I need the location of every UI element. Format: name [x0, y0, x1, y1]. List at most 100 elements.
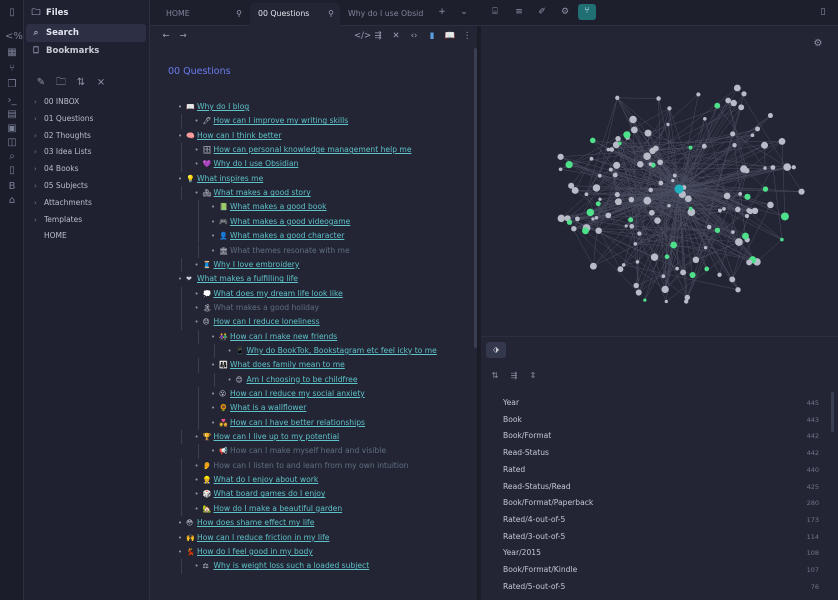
graph-note-node[interactable]	[598, 197, 602, 201]
graph-note-node[interactable]	[783, 163, 792, 171]
graph-note-node[interactable]	[594, 215, 599, 220]
search-icon[interactable]: ⌕	[5, 150, 19, 164]
graph-note-node[interactable]	[703, 246, 708, 250]
graph-note-node[interactable]	[656, 96, 661, 101]
tag-row[interactable]: Read-Status 442	[503, 445, 819, 462]
graph-note-node[interactable]	[557, 153, 564, 160]
internal-link[interactable]: How does shame effect my life	[197, 518, 314, 527]
tag-row[interactable]: Book 443	[503, 412, 819, 429]
graph-note-node[interactable]	[609, 147, 615, 152]
graph-note-node[interactable]	[735, 238, 743, 246]
graph-note-node[interactable]	[725, 97, 732, 104]
new-tab-icon[interactable]: +	[435, 5, 449, 19]
graph-tag-node[interactable]	[582, 227, 589, 235]
tag-pane-tab[interactable]: ⬗	[486, 342, 506, 358]
graph-note-node[interactable]	[671, 178, 675, 183]
graph-note-node[interactable]	[684, 299, 689, 304]
graph-note-node[interactable]	[692, 256, 700, 264]
graph-note-node[interactable]	[701, 143, 707, 149]
graph-note-node[interactable]	[767, 201, 774, 209]
graph-note-node[interactable]	[648, 162, 653, 166]
graph-note-node[interactable]	[798, 188, 805, 195]
internal-link[interactable]: Why do I blog	[197, 102, 249, 111]
internal-link[interactable]: What is a wallflower	[230, 403, 306, 412]
folder-item[interactable]: › 04 Books	[34, 161, 146, 178]
graph-note-node[interactable]	[738, 104, 745, 111]
close-icon[interactable]: ✕	[390, 30, 402, 42]
graph-tag-node[interactable]	[689, 271, 696, 279]
graph-tag-node[interactable]	[688, 206, 693, 211]
graph-active-node[interactable]	[674, 184, 684, 194]
graph-note-node[interactable]	[617, 266, 624, 273]
sort-icon[interactable]: ⇅	[74, 77, 88, 88]
graph-note-node[interactable]	[730, 99, 737, 107]
internal-link[interactable]: How do I feel good in my body	[197, 547, 313, 556]
graph-note-node[interactable]	[592, 184, 601, 192]
folder-item[interactable]: › 05 Subjects	[34, 178, 146, 195]
graph-tag-node[interactable]	[688, 145, 693, 150]
graph-note-node[interactable]	[746, 259, 753, 266]
graph-note-node[interactable]	[557, 214, 566, 223]
files-tab[interactable]: 🗀 Files	[30, 4, 68, 22]
graph-note-node[interactable]	[722, 207, 726, 211]
internal-link[interactable]: How do I make a beautiful garden	[214, 504, 343, 513]
calendar-icon[interactable]: ▣	[5, 122, 19, 136]
tag-row[interactable]: Year/2015 108	[503, 545, 819, 562]
internal-link[interactable]: How can I make new friends	[230, 332, 337, 341]
graph-note-node[interactable]	[606, 147, 611, 152]
folder-item[interactable]: › 03 Idea Lists	[34, 144, 146, 161]
graph-note-node[interactable]	[680, 269, 687, 276]
graph-note-node[interactable]	[635, 289, 642, 296]
internal-link[interactable]: What themes resonate with me	[230, 246, 350, 255]
graph-note-node[interactable]	[615, 95, 620, 100]
tag-row[interactable]: Rated/5-out-of-5 76	[503, 579, 819, 596]
internal-link[interactable]: How can I reduce loneliness	[214, 317, 320, 326]
graph-note-node[interactable]	[770, 165, 776, 170]
tag-row[interactable]: Read-Status/Read 425	[503, 479, 819, 496]
graph-note-node[interactable]	[614, 198, 622, 206]
graph-note-node[interactable]	[672, 173, 677, 178]
slides-icon[interactable]: ◫	[5, 136, 19, 150]
code-icon[interactable]: ‹›	[408, 30, 420, 42]
graph-note-node[interactable]	[731, 230, 735, 234]
graph-note-node[interactable]	[675, 266, 679, 271]
graph-note-node[interactable]	[654, 217, 661, 224]
graph-note-node[interactable]	[744, 213, 750, 219]
graph-tag-node[interactable]	[762, 186, 769, 192]
brush-icon[interactable]: ✐	[535, 5, 549, 19]
graph-tag-node[interactable]	[744, 193, 751, 200]
graph-note-node[interactable]	[571, 226, 577, 232]
internal-link[interactable]: What makes a good videogame	[230, 217, 350, 226]
graph-note-node[interactable]	[684, 195, 692, 203]
graph-note-node[interactable]	[624, 224, 628, 228]
graph-tag-node[interactable]	[566, 219, 573, 225]
internal-link[interactable]: How can I live up to my potential	[214, 432, 340, 441]
tag-row[interactable]: Rated/4-out-of-5 173	[503, 512, 819, 529]
graph-note-node[interactable]	[575, 216, 580, 222]
outline-icon[interactable]: ⇶	[372, 30, 384, 42]
graph-note-node[interactable]	[723, 192, 731, 200]
internal-link[interactable]: How can I improve my writing skills	[214, 116, 349, 125]
graph-note-node[interactable]	[635, 260, 640, 264]
graph-note-node[interactable]	[738, 191, 743, 196]
bookmark-icon[interactable]: ▮	[426, 30, 438, 42]
graph-note-node[interactable]	[608, 167, 613, 172]
graph-tag-node[interactable]	[714, 227, 721, 233]
graph-note-node[interactable]	[767, 113, 773, 119]
tag-pane-scrollbar[interactable]	[831, 392, 834, 432]
internal-link[interactable]: How can I make myself heard and visible	[230, 446, 386, 455]
graph-note-node[interactable]	[761, 141, 769, 149]
tag-row[interactable]: Book/Format 442	[503, 428, 819, 445]
tab-why-do-i-use-obsidian[interactable]: Why do I use Obsidi...	[340, 3, 424, 26]
graph-canvas[interactable]	[481, 26, 838, 336]
graph-note-node[interactable]	[568, 182, 575, 189]
graph-note-node[interactable]	[741, 91, 747, 97]
graph-note-node[interactable]	[629, 115, 637, 124]
graph-note-node[interactable]	[605, 212, 612, 219]
graph-tag-node[interactable]	[780, 212, 789, 221]
graph-note-node[interactable]	[730, 131, 736, 137]
internal-link[interactable]: What board games do I enjoy	[214, 489, 326, 498]
graph-tag-node[interactable]	[714, 102, 721, 109]
graph-note-node[interactable]	[791, 165, 796, 170]
graph-note-node[interactable]	[717, 272, 722, 277]
